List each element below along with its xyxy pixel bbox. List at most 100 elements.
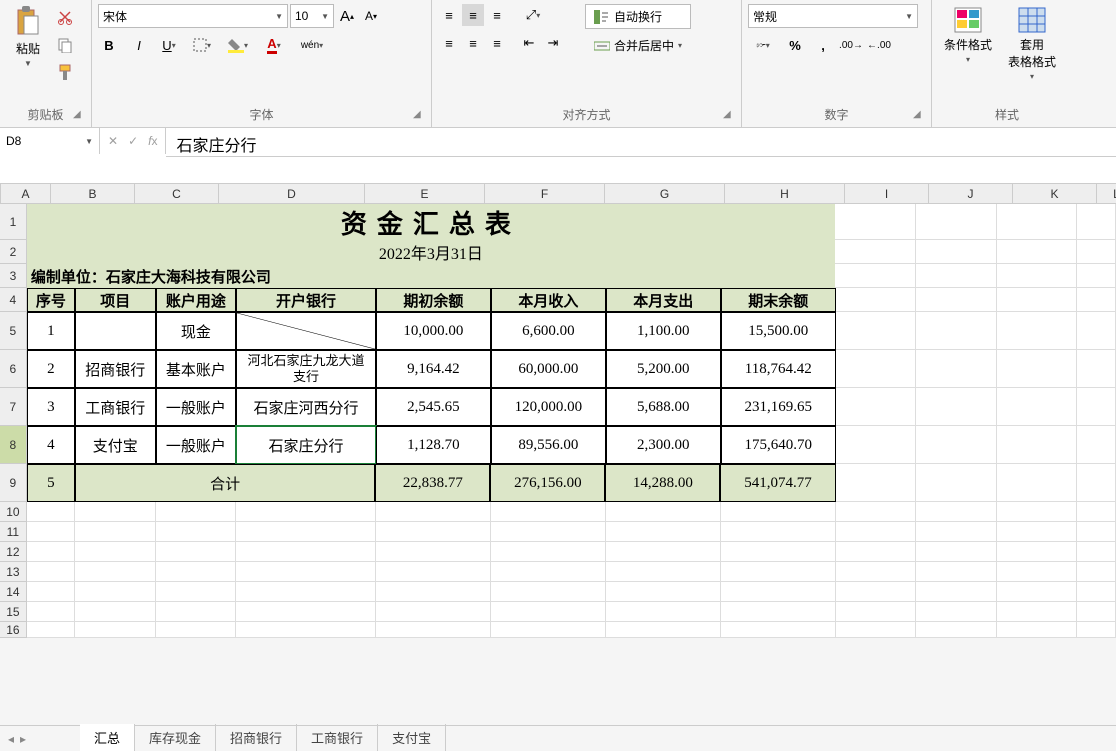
cell[interactable]: [27, 602, 75, 622]
cell[interactable]: [236, 562, 376, 582]
row-header-6[interactable]: 6: [0, 350, 27, 388]
align-left-button[interactable]: ≡: [438, 32, 460, 54]
underline-button[interactable]: U ▾: [158, 34, 180, 56]
font-family-combo[interactable]: 宋体▼: [98, 4, 288, 28]
cell[interactable]: 1,100.00: [606, 312, 721, 350]
cell[interactable]: [1077, 264, 1116, 288]
wrap-text-button[interactable]: 自动换行: [585, 4, 691, 29]
cell[interactable]: [997, 622, 1078, 638]
cell[interactable]: [75, 502, 156, 522]
orientation-button[interactable]: ⤢▾: [518, 4, 548, 26]
col-header-C[interactable]: C: [135, 184, 219, 204]
cell[interactable]: [997, 288, 1078, 312]
cell[interactable]: 石家庄分行: [236, 426, 376, 464]
cell[interactable]: [156, 602, 237, 622]
percent-button[interactable]: %: [784, 34, 806, 56]
row-header-13[interactable]: 13: [0, 562, 27, 582]
cell[interactable]: [236, 542, 376, 562]
cell[interactable]: 3: [27, 388, 75, 426]
row-header-14[interactable]: 14: [0, 582, 27, 602]
cell[interactable]: 现金: [156, 312, 237, 350]
cell[interactable]: [1077, 288, 1116, 312]
cell[interactable]: [1077, 204, 1116, 240]
cell[interactable]: 5: [27, 464, 75, 502]
cell[interactable]: [75, 602, 156, 622]
cell[interactable]: [606, 502, 721, 522]
row-header-12[interactable]: 12: [0, 542, 27, 562]
cell[interactable]: [916, 388, 997, 426]
cell[interactable]: [916, 426, 997, 464]
cell[interactable]: 10,000.00: [376, 312, 491, 350]
cell[interactable]: 14,288.00: [605, 464, 720, 502]
row-header-5[interactable]: 5: [0, 312, 27, 350]
fill-color-button[interactable]: ▾: [224, 34, 252, 56]
col-header-L[interactable]: L: [1097, 184, 1116, 204]
cell[interactable]: [236, 582, 376, 602]
cell[interactable]: 231,169.65: [721, 388, 836, 426]
cell[interactable]: [836, 502, 917, 522]
sheet-date[interactable]: 2022年3月31日: [27, 240, 835, 264]
cell[interactable]: [156, 582, 237, 602]
cell[interactable]: [376, 582, 491, 602]
sheet-title[interactable]: 资金汇总表: [27, 204, 835, 240]
cell[interactable]: [606, 622, 721, 638]
cell[interactable]: [1077, 622, 1116, 638]
cell[interactable]: 开户银行: [236, 288, 376, 312]
border-button[interactable]: ▾: [188, 34, 216, 56]
cell[interactable]: [836, 388, 917, 426]
cell[interactable]: [1077, 240, 1116, 264]
cell[interactable]: [491, 522, 606, 542]
cell[interactable]: [997, 502, 1078, 522]
font-dialog-icon[interactable]: ◢: [413, 109, 427, 123]
row-header-11[interactable]: 11: [0, 522, 27, 542]
align-center-button[interactable]: ≡: [462, 32, 484, 54]
cell[interactable]: [916, 622, 997, 638]
col-header-J[interactable]: J: [929, 184, 1013, 204]
cell[interactable]: [376, 502, 491, 522]
row-header-7[interactable]: 7: [0, 388, 27, 426]
cell[interactable]: [75, 312, 156, 350]
cell[interactable]: [836, 542, 917, 562]
row-header-3[interactable]: 3: [0, 264, 27, 288]
cell[interactable]: 89,556.00: [491, 426, 606, 464]
accounting-button[interactable]: 🖙▾: [748, 34, 778, 56]
cell[interactable]: [491, 602, 606, 622]
cell[interactable]: 276,156.00: [490, 464, 605, 502]
paste-button[interactable]: 粘贴 ▼: [6, 4, 50, 70]
cell[interactable]: [376, 602, 491, 622]
cell[interactable]: [27, 522, 75, 542]
cell[interactable]: 一般账户: [156, 388, 237, 426]
cell[interactable]: [997, 562, 1078, 582]
cell[interactable]: [75, 582, 156, 602]
cell[interactable]: [916, 582, 997, 602]
align-right-button[interactable]: ≡: [486, 32, 508, 54]
cell[interactable]: 2: [27, 350, 75, 388]
cell[interactable]: 60,000.00: [491, 350, 606, 388]
increase-indent-button[interactable]: ⇥: [542, 32, 564, 54]
accept-formula-icon[interactable]: ✓: [128, 134, 138, 148]
cell[interactable]: 15,500.00: [721, 312, 836, 350]
col-header-B[interactable]: B: [51, 184, 135, 204]
cell[interactable]: 项目: [75, 288, 156, 312]
cell[interactable]: [836, 622, 917, 638]
fx-icon[interactable]: fx: [148, 134, 157, 148]
cell[interactable]: [491, 562, 606, 582]
cell[interactable]: [997, 602, 1078, 622]
number-dialog-icon[interactable]: ◢: [913, 109, 927, 123]
cell[interactable]: 本月支出: [606, 288, 721, 312]
cell[interactable]: [376, 542, 491, 562]
cell[interactable]: [916, 522, 997, 542]
cell[interactable]: [721, 602, 836, 622]
number-format-combo[interactable]: 常规▼: [748, 4, 918, 28]
decrease-decimal-button[interactable]: ←.00: [868, 34, 890, 56]
cell[interactable]: [606, 582, 721, 602]
cell[interactable]: [236, 312, 376, 350]
row-header-16[interactable]: 16: [0, 622, 27, 638]
cell[interactable]: [376, 622, 491, 638]
cell[interactable]: [916, 264, 997, 288]
cell[interactable]: 120,000.00: [491, 388, 606, 426]
cell[interactable]: [916, 502, 997, 522]
cell[interactable]: [997, 522, 1078, 542]
cell[interactable]: [1077, 426, 1116, 464]
cell[interactable]: [1077, 542, 1116, 562]
